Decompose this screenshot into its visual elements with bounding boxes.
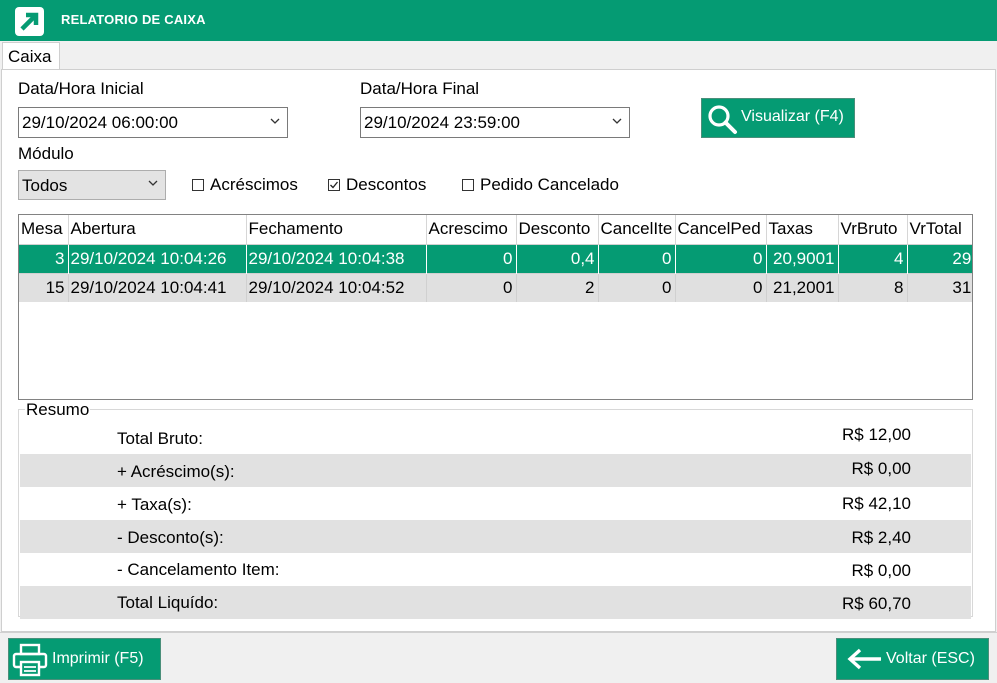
- printer-icon: [12, 643, 48, 677]
- cell-acrescimo: 0: [426, 243, 517, 273]
- checkbox-pedido-cancelado-label: Pedido Cancelado: [480, 175, 619, 194]
- search-icon: [708, 105, 737, 134]
- summary-value: R$ 0,00: [851, 561, 911, 580]
- end-datetime-value: 29/10/2024 23:59:00: [364, 113, 520, 132]
- checkbox-box[interactable]: [462, 179, 474, 191]
- column-header-acrescimo[interactable]: Acrescimo: [426, 215, 517, 244]
- summary-label: Total Liquído:: [117, 593, 219, 612]
- summary-row-total-bruto: Total Bruto: R$ 12,00: [20, 421, 971, 454]
- cell-vrtotal: 29,5: [907, 243, 972, 273]
- checkmark-icon: [330, 181, 339, 189]
- column-header-mesa[interactable]: Mesa: [19, 215, 69, 244]
- footer-divider: [0, 632, 997, 633]
- cell-abertura: 29/10/2024 10:04:41: [68, 272, 247, 302]
- cell-abertura: 29/10/2024 10:04:26: [68, 243, 247, 273]
- chevron-down-icon: [148, 180, 158, 186]
- module-value: Todos: [22, 176, 68, 195]
- column-header-desconto[interactable]: Desconto: [516, 215, 599, 244]
- module-label: Módulo: [18, 144, 74, 163]
- checkbox-acrescimos-label: Acréscimos: [210, 175, 298, 194]
- cell-taxas: 20,9001: [766, 243, 839, 273]
- checkbox-box[interactable]: [192, 179, 204, 191]
- summary-row-descontos: - Desconto(s): R$ 2,40: [20, 520, 971, 553]
- column-header-cancelped[interactable]: CancelPed: [675, 215, 767, 244]
- cell-taxas: 21,2001: [766, 272, 839, 302]
- cell-cancelite: 0: [598, 272, 676, 302]
- column-header-vrtotal[interactable]: VrTotal: [907, 215, 972, 244]
- summary-label: - Desconto(s):: [117, 528, 224, 547]
- cell-cancelped: 0: [675, 272, 767, 302]
- column-header-vrbruto[interactable]: VrBruto: [838, 215, 908, 244]
- cell-cancelite: 0: [598, 243, 676, 273]
- view-button-label: Visualizar (F4): [741, 108, 844, 125]
- module-select[interactable]: Todos: [18, 170, 166, 200]
- title-bar: RELATORIO DE CAIXA: [0, 0, 997, 41]
- back-button[interactable]: Voltar (ESC): [836, 638, 989, 680]
- print-button[interactable]: Imprimir (F5): [8, 638, 161, 680]
- cell-vrtotal: 31,2: [907, 272, 972, 302]
- summary-label: + Taxa(s):: [117, 495, 192, 514]
- cell-fechamento: 29/10/2024 10:04:38: [246, 243, 427, 273]
- cell-mesa: 3: [19, 243, 69, 273]
- app-logo-icon: [15, 7, 44, 36]
- summary-value: R$ 12,00: [842, 425, 911, 444]
- table-row[interactable]: 15 29/10/2024 10:04:41 29/10/2024 10:04:…: [19, 272, 972, 302]
- summary-row-acrescimos: + Acréscimo(s): R$ 0,00: [20, 454, 971, 487]
- chevron-down-icon: [270, 118, 280, 124]
- checkbox-descontos-label: Descontos: [346, 175, 427, 194]
- chevron-down-icon: [612, 118, 622, 124]
- view-button[interactable]: Visualizar (F4): [701, 98, 855, 138]
- summary-label: + Acréscimo(s):: [117, 462, 235, 481]
- summary-label: - Cancelamento Item:: [117, 560, 280, 579]
- cell-cancelped: 0: [675, 243, 767, 273]
- table-row[interactable]: 3 29/10/2024 10:04:26 29/10/2024 10:04:3…: [19, 243, 972, 273]
- print-button-label: Imprimir (F5): [52, 650, 144, 667]
- column-header-cancelite[interactable]: CancelIte: [598, 215, 676, 244]
- cell-acrescimo: 0: [426, 272, 517, 302]
- column-header-fechamento[interactable]: Fechamento: [246, 215, 427, 244]
- window-title: RELATORIO DE CAIXA: [61, 12, 206, 27]
- summary-value: R$ 42,10: [842, 494, 911, 513]
- cell-mesa: 15: [19, 272, 69, 302]
- end-datetime-picker[interactable]: 29/10/2024 23:59:00: [360, 107, 630, 138]
- tab-caixa[interactable]: Caixa: [2, 42, 60, 70]
- cell-vrbruto: 4: [838, 243, 908, 273]
- cell-desconto: 2: [516, 272, 599, 302]
- back-button-label: Voltar (ESC): [886, 650, 975, 667]
- grid-header-row: Mesa Abertura Fechamento Acrescimo Desco…: [19, 215, 972, 244]
- cell-desconto: 0,4: [516, 243, 599, 273]
- results-grid[interactable]: Mesa Abertura Fechamento Acrescimo Desco…: [18, 214, 973, 400]
- arrow-left-icon: [847, 648, 881, 670]
- summary-legend: Resumo: [25, 400, 91, 420]
- column-header-taxas[interactable]: Taxas: [766, 215, 839, 244]
- start-datetime-value: 29/10/2024 06:00:00: [22, 113, 178, 132]
- start-datetime-picker[interactable]: 29/10/2024 06:00:00: [18, 107, 288, 138]
- summary-row-cancelamento: - Cancelamento Item: R$ 0,00: [20, 553, 971, 586]
- summary-row-taxas: + Taxa(s): R$ 42,10: [20, 487, 971, 520]
- checkbox-box[interactable]: [328, 179, 340, 191]
- summary-value: R$ 0,00: [851, 459, 911, 478]
- summary-label: Total Bruto:: [117, 429, 203, 448]
- summary-value: R$ 2,40: [851, 528, 911, 547]
- column-header-abertura[interactable]: Abertura: [68, 215, 247, 244]
- cell-fechamento: 29/10/2024 10:04:52: [246, 272, 427, 302]
- summary-row-total-liquido: Total Liquído: R$ 60,70: [20, 586, 971, 619]
- end-datetime-label: Data/Hora Final: [360, 79, 480, 98]
- summary-value: R$ 60,70: [842, 594, 911, 613]
- start-datetime-label: Data/Hora Inicial: [18, 79, 144, 98]
- cell-vrbruto: 8: [838, 272, 908, 302]
